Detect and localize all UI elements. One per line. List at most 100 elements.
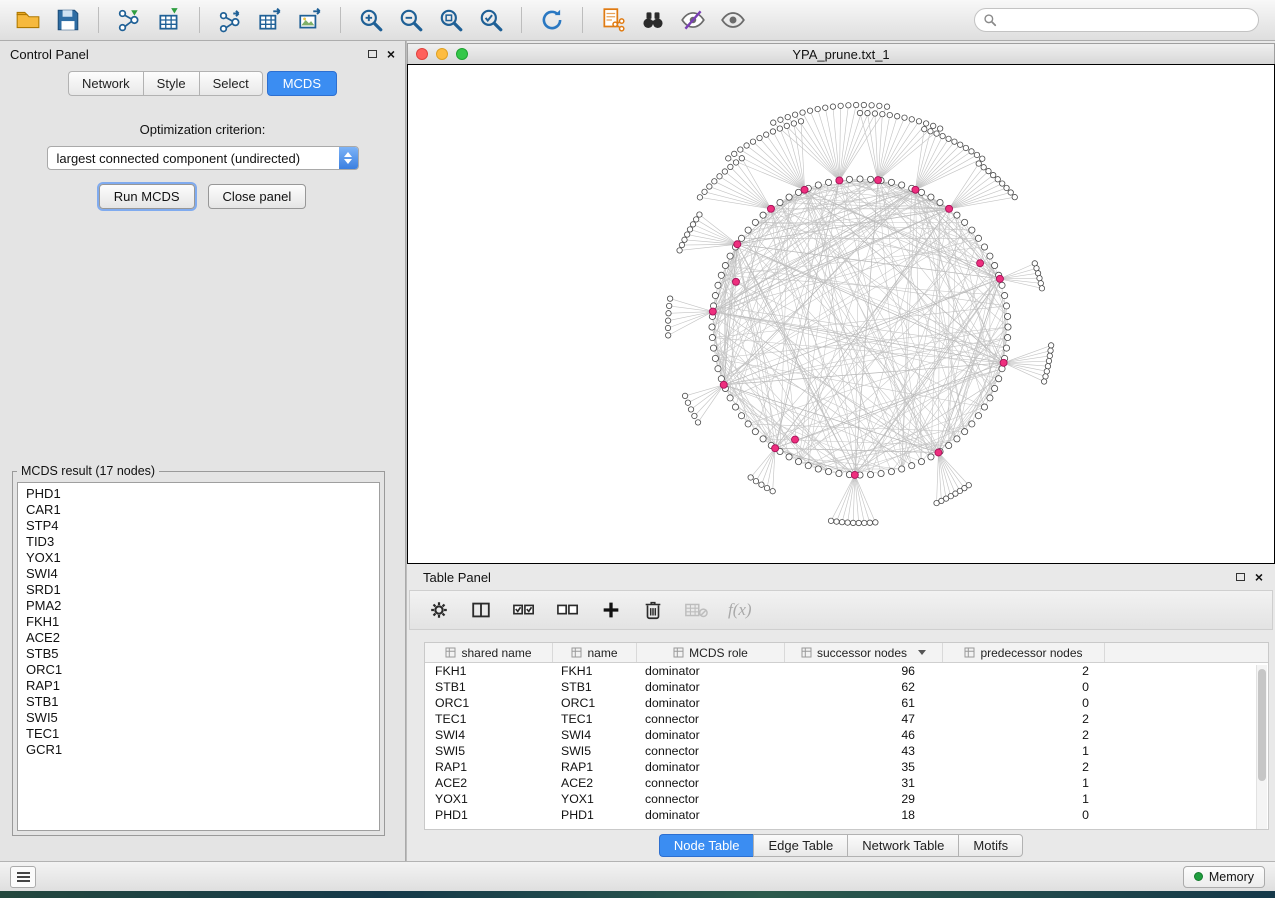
status-menu-button[interactable] <box>10 866 36 888</box>
export-network-icon <box>217 7 243 33</box>
table-row[interactable]: PHD1PHD1dominator180 <box>425 807 1268 823</box>
table-row[interactable]: FKH1FKH1dominator962 <box>425 663 1268 679</box>
export-network-button[interactable] <box>212 4 248 36</box>
table-cell: SWI5 <box>425 744 553 758</box>
column-header-predecessor-nodes[interactable]: predecessor nodes <box>943 643 1105 662</box>
tab-select[interactable]: Select <box>199 71 263 96</box>
import-network-button[interactable] <box>111 4 147 36</box>
table-cell: RAP1 <box>425 760 553 774</box>
network-window-titlebar[interactable]: YPA_prune.txt_1 <box>407 43 1275 64</box>
list-item[interactable]: FKH1 <box>18 614 379 630</box>
share-document-button[interactable] <box>595 4 631 36</box>
list-item[interactable]: YOX1 <box>18 550 379 566</box>
delete-column-button[interactable] <box>642 599 664 621</box>
tab-network-table[interactable]: Network Table <box>847 834 958 857</box>
table-row[interactable]: YOX1YOX1connector291 <box>425 791 1268 807</box>
dropdown-stepper-icon <box>339 147 358 169</box>
mcds-result-list[interactable]: PHD1CAR1STP4TID3YOX1SWI4SRD1PMA2FKH1ACE2… <box>17 482 380 831</box>
split-panel-button[interactable] <box>470 599 492 621</box>
apply-layout-button[interactable] <box>534 4 570 36</box>
tab-node-table[interactable]: Node Table <box>659 834 754 857</box>
zoom-out-button[interactable] <box>393 4 429 36</box>
deselect-all-columns-button[interactable] <box>556 599 580 621</box>
column-header-shared-name[interactable]: shared name <box>425 643 553 662</box>
list-item[interactable]: RAP1 <box>18 678 379 694</box>
open-file-button[interactable] <box>10 4 46 36</box>
selected-criterion: largest connected component (undirected) <box>48 151 339 166</box>
table-row[interactable]: SWI5SWI5connector431 <box>425 743 1268 759</box>
show-hide-panel-button[interactable] <box>715 4 751 36</box>
list-item[interactable]: TEC1 <box>18 726 379 742</box>
search-network-button[interactable] <box>635 4 671 36</box>
control-panel-header: Control Panel × <box>0 41 405 67</box>
table-cell: 1 <box>943 776 1105 790</box>
node-table-header: shared name name MCDS role successor nod… <box>425 643 1268 663</box>
close-table-panel-icon[interactable]: × <box>1255 572 1263 582</box>
column-header-name[interactable]: name <box>553 643 637 662</box>
zoom-selected-button[interactable] <box>473 4 509 36</box>
export-table-button[interactable] <box>252 4 288 36</box>
close-panel-icon[interactable]: × <box>387 49 395 59</box>
table-row[interactable]: SWI4SWI4dominator462 <box>425 727 1268 743</box>
float-table-panel-icon[interactable] <box>1236 573 1245 581</box>
tab-motifs[interactable]: Motifs <box>958 834 1023 857</box>
run-mcds-button[interactable]: Run MCDS <box>99 184 195 209</box>
optimization-criterion-select[interactable]: largest connected component (undirected) <box>47 146 359 170</box>
save-session-button[interactable] <box>50 4 86 36</box>
table-cell: 2 <box>943 760 1105 774</box>
deselect-all-icon <box>556 599 580 621</box>
table-row[interactable]: ACE2ACE2connector311 <box>425 775 1268 791</box>
tab-mcds[interactable]: MCDS <box>267 71 337 96</box>
list-item[interactable]: SRD1 <box>18 582 379 598</box>
main-toolbar <box>0 0 1275 41</box>
table-cell: connector <box>637 712 785 726</box>
tab-edge-table[interactable]: Edge Table <box>753 834 847 857</box>
list-item[interactable]: STB5 <box>18 646 379 662</box>
list-item[interactable]: ACE2 <box>18 630 379 646</box>
table-cell: 62 <box>785 680 943 694</box>
table-cell: dominator <box>637 808 785 822</box>
select-all-columns-button[interactable] <box>512 599 536 621</box>
zoom-in-button[interactable] <box>353 4 389 36</box>
table-cell: ACE2 <box>425 776 553 790</box>
export-image-button[interactable] <box>292 4 328 36</box>
list-item[interactable]: SWI5 <box>18 710 379 726</box>
table-row[interactable]: ORC1ORC1dominator610 <box>425 695 1268 711</box>
search-input[interactable] <box>1003 13 1250 27</box>
list-item[interactable]: STB1 <box>18 694 379 710</box>
trash-icon <box>642 599 664 621</box>
graphics-details-button[interactable] <box>675 4 711 36</box>
list-item[interactable]: SWI4 <box>18 566 379 582</box>
list-item[interactable]: PMA2 <box>18 598 379 614</box>
table-row[interactable]: TEC1TEC1connector472 <box>425 711 1268 727</box>
control-panel: Control Panel × Network Style Select MCD… <box>0 41 406 861</box>
table-cell: PHD1 <box>553 808 637 822</box>
list-item[interactable]: STP4 <box>18 518 379 534</box>
memory-button[interactable]: Memory <box>1183 866 1265 888</box>
table-cell: 0 <box>943 680 1105 694</box>
table-cell: FKH1 <box>553 664 637 678</box>
list-item[interactable]: GCR1 <box>18 742 379 758</box>
add-column-button[interactable] <box>600 599 622 621</box>
table-row[interactable]: RAP1RAP1dominator352 <box>425 759 1268 775</box>
application-window: Control Panel × Network Style Select MCD… <box>0 0 1275 891</box>
import-table-button[interactable] <box>151 4 187 36</box>
tab-network[interactable]: Network <box>68 71 143 96</box>
list-item[interactable]: CAR1 <box>18 502 379 518</box>
tab-style[interactable]: Style <box>143 71 199 96</box>
table-settings-button[interactable] <box>428 599 450 621</box>
zoom-fit-button[interactable] <box>433 4 469 36</box>
column-header-mcds-role[interactable]: MCDS role <box>637 643 785 662</box>
list-item[interactable]: ORC1 <box>18 662 379 678</box>
table-row[interactable]: STB1STB1dominator620 <box>425 679 1268 695</box>
refresh-layout-icon <box>539 7 565 33</box>
list-item[interactable]: PHD1 <box>18 486 379 502</box>
network-canvas[interactable] <box>407 64 1275 564</box>
table-scrollbar[interactable] <box>1256 665 1267 829</box>
close-panel-button[interactable]: Close panel <box>208 184 307 209</box>
scrollbar-thumb[interactable] <box>1258 669 1266 781</box>
float-panel-icon[interactable] <box>368 50 377 58</box>
column-header-successor-nodes[interactable]: successor nodes <box>785 643 943 662</box>
list-item[interactable]: TID3 <box>18 534 379 550</box>
network-graph[interactable] <box>408 65 1274 563</box>
